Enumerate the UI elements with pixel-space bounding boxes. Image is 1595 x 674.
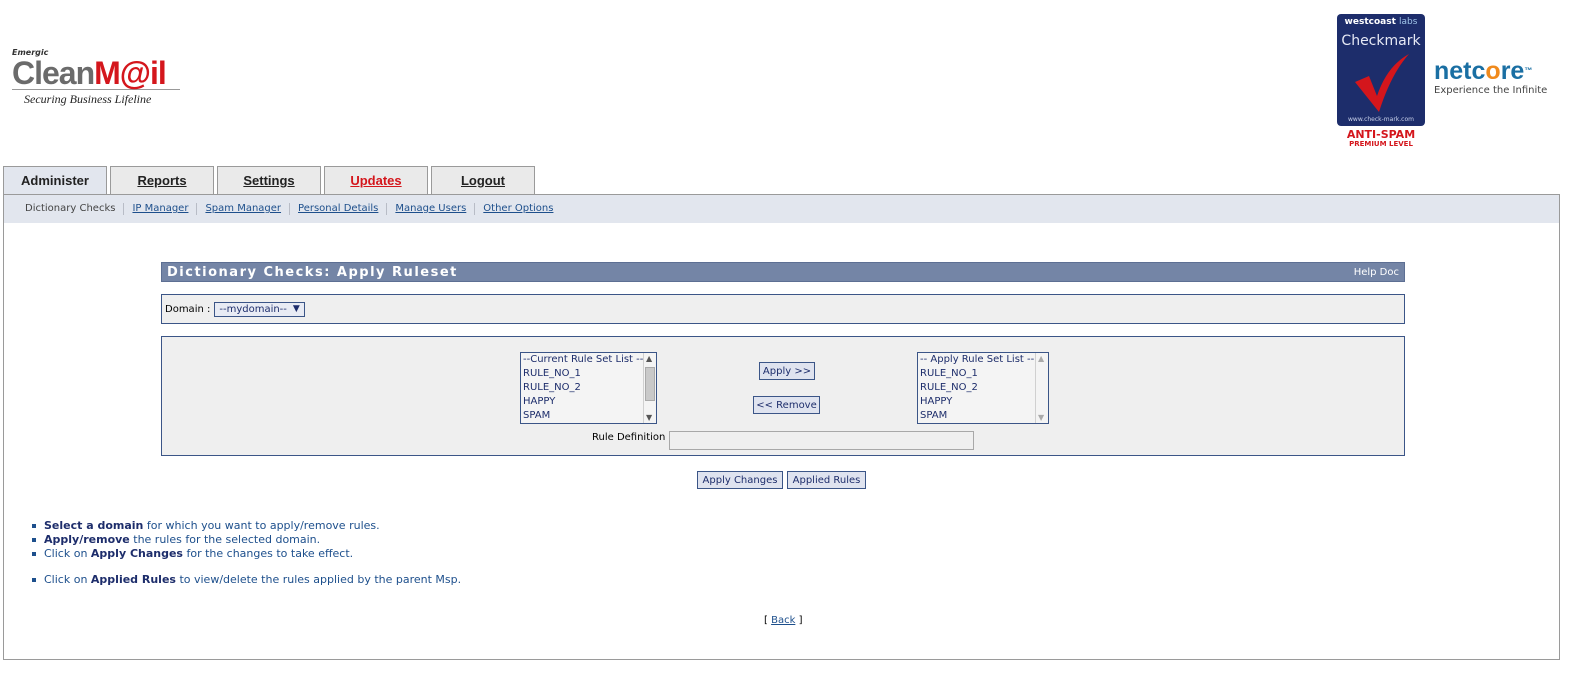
netcore-tagline: Experience the Infinite (1434, 85, 1548, 96)
sub-navigation: Dictionary Checks IP Manager Spam Manage… (4, 195, 1559, 223)
list-item[interactable]: SPAM (918, 409, 1048, 423)
list-item[interactable]: RULE_NO_1 (521, 367, 656, 381)
rule-definition-field[interactable] (669, 431, 974, 450)
subnav-ip-manager[interactable]: IP Manager (123, 203, 196, 215)
list-item[interactable]: HAPPY (521, 395, 656, 409)
tab-settings[interactable]: Settings (217, 166, 321, 195)
apply-changes-button[interactable]: Apply Changes (697, 471, 783, 489)
checkmark-badge: westcoast labs Checkmark www.check-mark.… (1337, 14, 1425, 148)
netcore-logo: netcore™ Experience the Infinite (1434, 57, 1548, 96)
subnav-other-options[interactable]: Other Options (474, 203, 561, 215)
premium-level-label: PREMIUM LEVEL (1349, 140, 1413, 148)
subnav-manage-users[interactable]: Manage Users (386, 203, 474, 215)
subnav-spam-manager[interactable]: Spam Manager (196, 203, 289, 215)
list-item[interactable]: -- Apply Rule Set List -- (918, 353, 1048, 367)
domain-label: Domain : (165, 303, 211, 315)
anti-spam-label: ANTI-SPAM (1346, 128, 1416, 141)
scroll-up-icon[interactable]: ▲ (646, 354, 652, 363)
checkmark-icon (1355, 54, 1409, 112)
list-item[interactable]: --Current Rule Set List -- (521, 353, 656, 367)
tab-administer[interactable]: Administer (3, 166, 107, 196)
list-item: Click on Applied Rules to view/delete th… (31, 573, 462, 586)
domain-select[interactable]: --mydomain-- ▼ (214, 301, 305, 317)
apply-rule-set-list[interactable]: -- Apply Rule Set List -- RULE_NO_1 RULE… (917, 352, 1049, 424)
rule-definition-label: Rule Definition : (592, 432, 672, 443)
list-item[interactable]: RULE_NO_2 (918, 381, 1048, 395)
instructions: Select a domain for which you want to ap… (30, 519, 461, 587)
domain-section: Domain : --mydomain-- ▼ (161, 294, 1405, 324)
list-item[interactable]: SPAM (521, 409, 656, 423)
help-doc-link[interactable]: Help Doc (1354, 267, 1399, 278)
scrollbar[interactable]: ▲ ▼ (1035, 353, 1048, 423)
dropdown-arrow-icon: ▼ (292, 304, 300, 314)
list-item[interactable]: HAPPY (918, 395, 1048, 409)
panel-title-bar: Dictionary Checks: Apply Ruleset Help Do… (161, 262, 1405, 282)
list-item: Apply/remove the rules for the selected … (31, 533, 461, 547)
list-item: Click on Apply Changes for the changes t… (31, 547, 461, 561)
main-tabs: Administer Reports Settings Updates Logo… (3, 166, 538, 196)
main-frame: Dictionary Checks IP Manager Spam Manage… (3, 194, 1560, 660)
scroll-down-icon[interactable]: ▼ (1038, 413, 1044, 422)
subnav-dictionary-checks: Dictionary Checks (25, 203, 116, 214)
apply-button[interactable]: Apply >> (759, 362, 815, 380)
panel-title: Dictionary Checks: Apply Ruleset (167, 264, 458, 280)
list-item[interactable]: RULE_NO_1 (918, 367, 1048, 381)
logo-brand: CleanM@il (12, 55, 167, 91)
applied-rules-button[interactable]: Applied Rules (787, 471, 866, 489)
tab-reports[interactable]: Reports (110, 166, 214, 195)
remove-button[interactable]: << Remove (753, 396, 820, 414)
back-link[interactable]: Back (771, 615, 795, 626)
scroll-up-icon[interactable]: ▲ (1038, 354, 1044, 363)
scrollbar[interactable]: ▲ ▼ (643, 353, 656, 423)
tab-logout[interactable]: Logout (431, 166, 535, 195)
back-nav: [ Back ] (764, 615, 803, 626)
cleanmail-logo: Emergic CleanM@il Securing Business Life… (12, 48, 192, 114)
ruleset-section: --Current Rule Set List -- RULE_NO_1 RUL… (161, 336, 1405, 456)
scroll-thumb[interactable] (645, 367, 655, 401)
list-item: Select a domain for which you want to ap… (31, 519, 461, 533)
tab-updates[interactable]: Updates (324, 166, 428, 195)
scroll-down-icon[interactable]: ▼ (646, 413, 652, 422)
logo-tagline: Securing Business Lifeline (24, 92, 152, 106)
list-item[interactable]: RULE_NO_2 (521, 381, 656, 395)
current-rule-set-list[interactable]: --Current Rule Set List -- RULE_NO_1 RUL… (520, 352, 657, 424)
subnav-personal-details[interactable]: Personal Details (289, 203, 386, 215)
